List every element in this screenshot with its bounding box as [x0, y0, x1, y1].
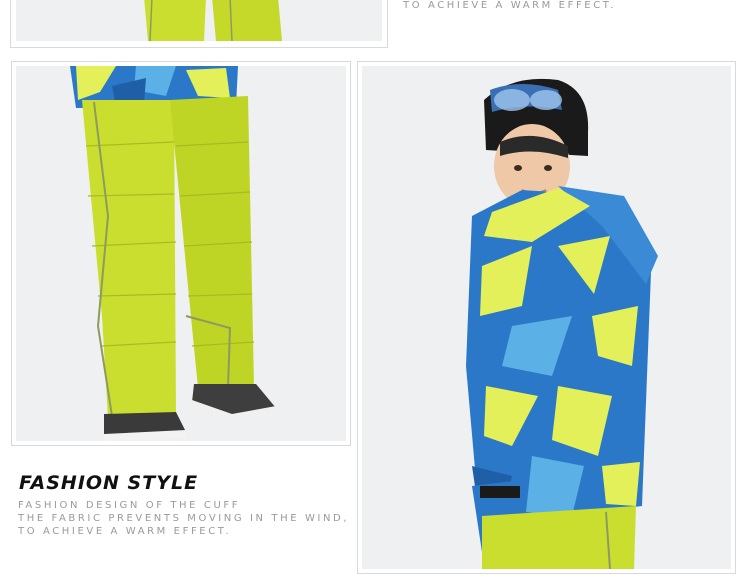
top-caption: TO ACHIEVE A WARM EFFECT.	[403, 0, 617, 11]
photo-frame-top	[10, 0, 388, 48]
photo-pants	[16, 66, 346, 441]
photo-pants-cropped	[16, 0, 382, 41]
photo-frame-pants	[11, 61, 351, 446]
section-title: FASHION STYLE	[19, 472, 199, 494]
section-line-1: FASHION DESIGN OF THE CUFF	[18, 500, 241, 511]
photo-frame-jacket	[357, 61, 736, 574]
section-line-3: TO ACHIEVE A WARM EFFECT.	[18, 526, 232, 537]
photo-jacket-model	[362, 66, 731, 569]
section-line-2: THE FABRIC PREVENTS MOVING IN THE WIND,	[18, 513, 350, 524]
